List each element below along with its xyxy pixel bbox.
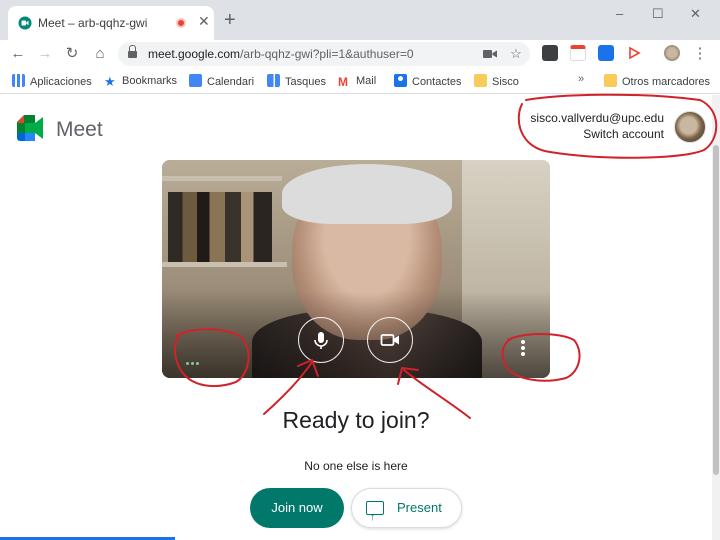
bookmark-label: Otros marcadores	[622, 76, 711, 88]
join-now-button[interactable]: Join now	[250, 488, 344, 528]
present-screen-icon	[366, 498, 384, 536]
account-email: sisco.vallverdu@upc.edu	[530, 111, 664, 125]
meet-page: Meet sisco.vallverdu@upc.edu Switch acco…	[0, 95, 712, 540]
address-bar[interactable]: meet.google.com/arb-qqhz-gwi?pli=1&authu…	[118, 42, 530, 66]
calendar-icon	[189, 74, 202, 87]
bookmark-label: Calendari	[207, 76, 255, 88]
tab-title: Meet – arb-qqhz-gwi	[38, 16, 148, 30]
more-options-icon[interactable]	[520, 340, 526, 358]
browser-tab-bar: Meet – arb-qqhz-gwi ✕ + – ☐ ✕	[0, 0, 720, 40]
url-path: /arb-qqhz-gwi?pli=1&authuser=0	[240, 47, 414, 61]
minimize-button[interactable]: –	[616, 6, 623, 21]
folder-icon	[474, 74, 487, 87]
bookmark-bookmarks[interactable]: ★ Bookmarks	[104, 74, 177, 90]
browser-toolbar: ← → ↻ ⌂ meet.google.com/arb-qqhz-gwi?pli…	[0, 40, 720, 68]
bookmark-apps[interactable]: Aplicaciones	[12, 74, 92, 90]
tasks-icon	[267, 74, 280, 87]
recording-indicator-icon	[176, 18, 186, 28]
forward-arrow-icon[interactable]: →	[35, 44, 55, 64]
url-text: meet.google.com/arb-qqhz-gwi?pli=1&authu…	[148, 47, 414, 61]
browser-tab-meet[interactable]: Meet – arb-qqhz-gwi ✕	[8, 6, 214, 40]
window-close-button[interactable]: ✕	[690, 6, 701, 22]
bookmark-other[interactable]: Otros marcadores	[604, 74, 710, 90]
bookmarks-bar: Aplicaciones ★ Bookmarks Calendari Tasque…	[0, 68, 720, 94]
back-arrow-icon[interactable]: ←	[8, 44, 28, 64]
visual-effects-icon[interactable]	[186, 352, 201, 370]
lock-icon	[128, 45, 137, 59]
record-extension-icon[interactable]	[626, 45, 642, 61]
switch-account-link[interactable]: Switch account	[460, 127, 664, 141]
reload-icon[interactable]: ↻	[62, 44, 82, 64]
bookmark-label: Contactes	[412, 76, 462, 88]
scrollbar-thumb[interactable]	[713, 145, 719, 475]
profile-avatar-icon[interactable]	[664, 45, 680, 61]
microphone-toggle-button[interactable]	[298, 317, 344, 363]
browser-menu-icon[interactable]: ⋮	[690, 44, 710, 64]
bookmark-tasques[interactable]: Tasques	[267, 74, 326, 90]
url-host: meet.google.com	[148, 47, 241, 61]
microphone-icon	[314, 332, 328, 349]
account-avatar[interactable]	[674, 111, 706, 143]
screenshot-root: Meet – arb-qqhz-gwi ✕ + – ☐ ✕ ← → ↻ ⌂ me…	[0, 0, 720, 540]
bookmark-label: Bookmarks	[122, 75, 178, 87]
contacts-icon	[394, 74, 407, 87]
ready-heading: Ready to join?	[282, 407, 430, 433]
star-icon: ★	[104, 74, 116, 89]
bookmark-calendari[interactable]: Calendari	[189, 74, 254, 90]
meet-logo-icon	[17, 115, 43, 141]
bookmark-contactes[interactable]: Contactes	[394, 74, 462, 90]
present-button[interactable]: Present	[351, 488, 462, 536]
folder-icon	[604, 74, 617, 87]
play-outline-icon	[629, 46, 641, 60]
maximize-button[interactable]: ☐	[652, 6, 664, 22]
meet-extension-icon[interactable]	[598, 45, 614, 61]
bookmark-label: Tasques	[285, 76, 326, 88]
video-shade	[162, 160, 550, 378]
gmail-icon: M	[338, 75, 348, 89]
new-tab-button[interactable]: +	[224, 10, 236, 30]
account-info: sisco.vallverdu@upc.edu Switch account	[460, 111, 664, 141]
page-scrollbar[interactable]	[712, 95, 720, 540]
home-icon[interactable]: ⌂	[90, 44, 110, 64]
bookmark-star-icon[interactable]: ☆	[508, 46, 524, 62]
meet-brand-text: Meet	[56, 118, 103, 141]
camera-preview	[162, 160, 550, 378]
calendar-extension-icon[interactable]	[570, 45, 586, 61]
bookmark-mail[interactable]: M Mail	[338, 74, 376, 90]
bookmark-sisco[interactable]: Sisco	[474, 74, 519, 90]
present-label: Present	[397, 500, 442, 515]
apps-grid-icon	[12, 74, 25, 87]
camera-toggle-button[interactable]	[367, 317, 413, 363]
bookmark-label: Aplicaciones	[30, 76, 92, 88]
extension-icon[interactable]	[542, 45, 558, 61]
bookmark-label: Mail	[356, 75, 377, 87]
video-camera-icon	[380, 334, 399, 346]
camera-permission-icon[interactable]	[482, 46, 498, 62]
bookmark-label: Sisco	[492, 76, 519, 88]
participants-status: No one else is here	[304, 459, 408, 473]
tab-close-icon[interactable]: ✕	[198, 13, 210, 30]
bookmarks-overflow-button[interactable]: »	[578, 73, 584, 85]
meet-favicon-icon	[18, 16, 32, 30]
